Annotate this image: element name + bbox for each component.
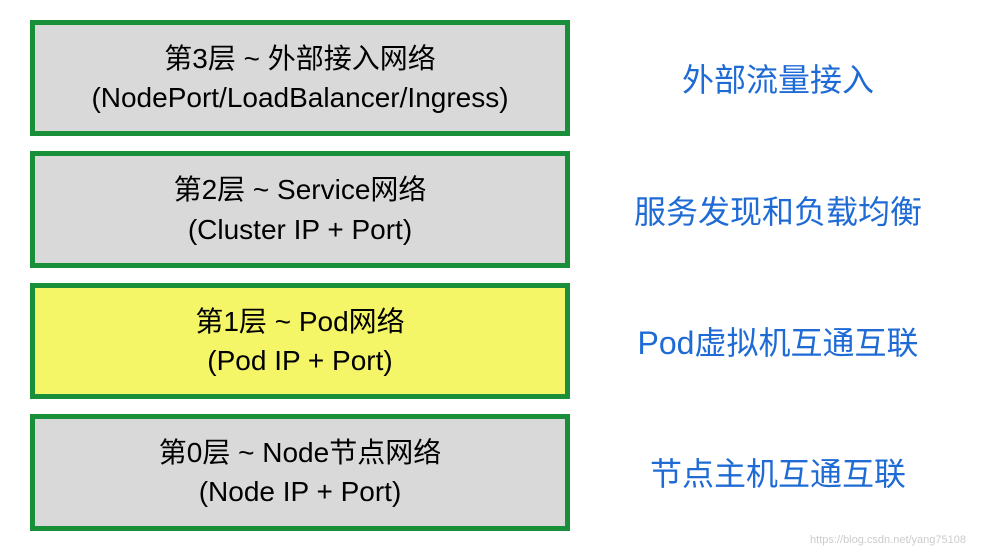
layer-row-3: 第3层 ~ 外部接入网络 (NodePort/LoadBalancer/Ingr… <box>30 20 956 136</box>
layer-title: 第2层 ~ Service网络 <box>45 170 555 209</box>
layer-row-1: 第1层 ~ Pod网络 (Pod IP + Port) Pod虚拟机互通互联 <box>30 283 956 399</box>
layer-box-1-highlighted: 第1层 ~ Pod网络 (Pod IP + Port) <box>30 283 570 399</box>
layer-desc-0: 节点主机互通互联 <box>600 449 956 495</box>
layer-box-3: 第3层 ~ 外部接入网络 (NodePort/LoadBalancer/Ingr… <box>30 20 570 136</box>
layer-subtitle: (Pod IP + Port) <box>45 341 555 380</box>
layer-subtitle: (Node IP + Port) <box>45 472 555 511</box>
layer-title: 第0层 ~ Node节点网络 <box>45 433 555 472</box>
layer-desc-1: Pod虚拟机互通互联 <box>600 318 956 364</box>
network-layers-diagram: 第3层 ~ 外部接入网络 (NodePort/LoadBalancer/Ingr… <box>30 20 956 531</box>
layer-subtitle: (NodePort/LoadBalancer/Ingress) <box>45 78 555 117</box>
layer-desc-3: 外部流量接入 <box>600 55 956 101</box>
layer-title: 第3层 ~ 外部接入网络 <box>45 39 555 78</box>
layer-box-0: 第0层 ~ Node节点网络 (Node IP + Port) <box>30 414 570 530</box>
layer-row-0: 第0层 ~ Node节点网络 (Node IP + Port) 节点主机互通互联 <box>30 414 956 530</box>
watermark-text: https://blog.csdn.net/yang75108 <box>810 534 966 546</box>
layer-desc-2: 服务发现和负载均衡 <box>600 187 956 233</box>
layer-row-2: 第2层 ~ Service网络 (Cluster IP + Port) 服务发现… <box>30 151 956 267</box>
layer-subtitle: (Cluster IP + Port) <box>45 210 555 249</box>
layer-title: 第1层 ~ Pod网络 <box>45 302 555 341</box>
layer-box-2: 第2层 ~ Service网络 (Cluster IP + Port) <box>30 151 570 267</box>
